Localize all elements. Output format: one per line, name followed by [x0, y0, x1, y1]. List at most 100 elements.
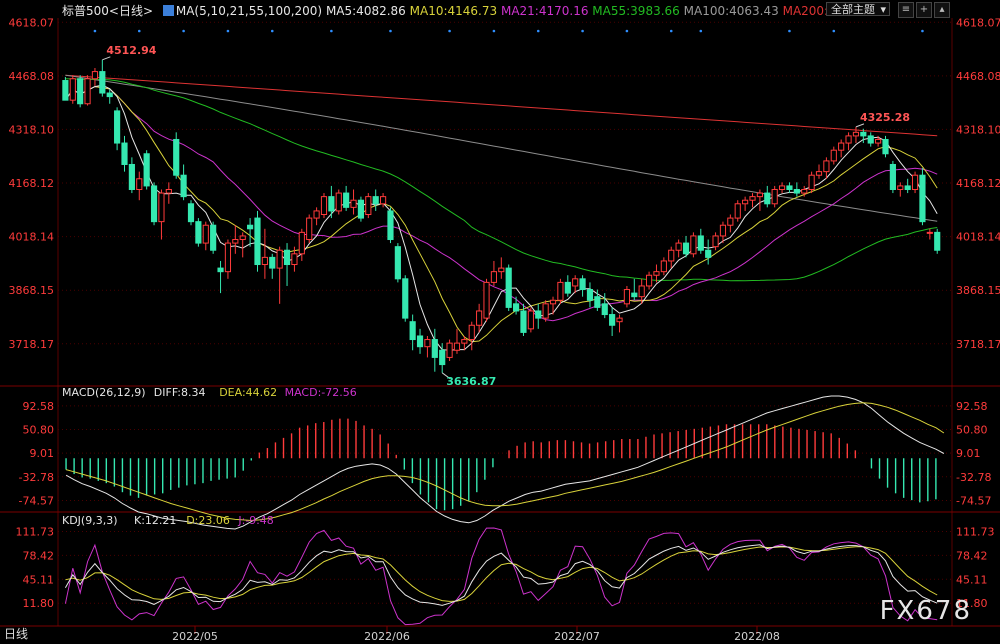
signal-dot [669, 29, 673, 33]
candle-body [106, 92, 113, 98]
footer-tab-daily[interactable]: 日线 [4, 625, 28, 642]
candle-body [394, 246, 401, 280]
candle-body [357, 199, 365, 219]
candle-body [756, 192, 763, 198]
macd-tick-left: 50.80 [23, 423, 55, 436]
price-tick-left: 3718.17 [9, 338, 55, 351]
candle-body [778, 185, 786, 190]
candle-body [173, 138, 180, 176]
x-axis-label-0: 2022/05 [172, 630, 218, 643]
signal-dot [93, 29, 97, 33]
candle-body [786, 185, 793, 190]
macd-tick-right: 9.01 [956, 447, 981, 460]
candle-body [84, 78, 91, 105]
kdj-tick-left: 78.42 [23, 549, 55, 562]
price-tick-right: 4018.14 [956, 231, 1000, 244]
candle-body [727, 217, 734, 226]
candle-body [882, 138, 889, 155]
candle-body [535, 310, 542, 319]
candle-body [897, 185, 904, 190]
candle-body [712, 235, 719, 248]
signal-dot [788, 29, 791, 33]
kdj-j-line [64, 527, 938, 626]
x-axis-label-3: 2022/08 [734, 630, 780, 643]
candle-body [195, 221, 202, 244]
candle-body [875, 138, 882, 144]
candle-body [572, 278, 579, 287]
candle-body [187, 203, 195, 223]
macd-dea-line [65, 402, 945, 522]
chart-svg: 4618.07 4618.07 4468.08 4468.08 4318.10 4318.… [0, 16, 1000, 643]
kdj-k-value: K:12.21 [134, 514, 176, 527]
signal-dot [182, 29, 185, 33]
candle-body [380, 196, 387, 205]
candle-body [165, 188, 172, 194]
candle-body [919, 174, 926, 223]
candle-body [838, 142, 845, 151]
recent-high-annotation: 4325.28 [860, 111, 910, 124]
candle-body [586, 289, 594, 301]
candle-body [91, 71, 99, 80]
signal-dot [330, 29, 333, 33]
ma5-line [64, 84, 938, 351]
candle-body [801, 188, 808, 194]
candle-body [771, 188, 778, 205]
macd-macd-value: MACD:-72.56 [285, 386, 357, 399]
kdj-tick-left: 111.73 [16, 526, 55, 539]
candle-body [668, 249, 675, 262]
kdj-d-value: D:23.06 [186, 514, 230, 527]
candle-body [313, 210, 320, 219]
candle-body [734, 203, 741, 219]
ma55-line [65, 78, 938, 282]
candle-body [697, 235, 704, 251]
candle-body [77, 78, 84, 105]
candle-body [202, 224, 209, 244]
ma100-line [65, 74, 938, 222]
candle-body [439, 349, 446, 366]
candle-body [298, 231, 305, 255]
candle-body [350, 199, 357, 208]
signal-dot [536, 29, 540, 33]
candle-body [62, 80, 69, 101]
candle-body [527, 310, 534, 330]
macd-tick-right: -74.57 [956, 494, 991, 507]
high-annotation: 4512.94 [106, 44, 156, 57]
candle-body [335, 192, 342, 212]
candle-body [483, 281, 490, 319]
candle-body [512, 303, 520, 312]
candle-body [254, 217, 261, 266]
macd-tick-right: 50.80 [956, 423, 988, 436]
ma21-line [64, 86, 938, 322]
price-tick-left: 4468.08 [9, 70, 55, 83]
recent-high-annotation-pointer [855, 123, 865, 128]
candle-body [365, 196, 372, 216]
candle-body [224, 242, 232, 273]
candle-body [409, 321, 416, 341]
candle-body [498, 267, 505, 273]
candle-body [719, 224, 727, 237]
macd-diff-value: DIFF:8.34 [154, 386, 206, 399]
candle-body [490, 271, 498, 283]
candle-body [594, 296, 601, 308]
candle-body [549, 299, 557, 305]
ma10-line [64, 86, 938, 343]
macd-label: MACD(26,12,9) [62, 386, 146, 399]
candle-body [749, 196, 756, 201]
price-tick-left: 4018.14 [9, 231, 55, 244]
x-axis-label-2: 2022/07 [554, 630, 600, 643]
candle-body [830, 149, 837, 162]
candle-body [468, 324, 475, 341]
candle-body [269, 256, 276, 269]
candle-body [446, 342, 453, 358]
macd-tick-left: -32.78 [19, 471, 54, 484]
kdj-tick-left: 11.80 [23, 597, 55, 610]
price-tick-right: 4618.07 [956, 16, 1000, 29]
candle-body [690, 235, 697, 255]
candle-body [136, 178, 143, 190]
candle-body [453, 342, 461, 351]
candle-body [476, 310, 483, 326]
candle-body [416, 335, 424, 348]
candle-body [660, 260, 667, 273]
macd-tick-right: 92.58 [956, 400, 988, 413]
candle-body [742, 199, 749, 205]
